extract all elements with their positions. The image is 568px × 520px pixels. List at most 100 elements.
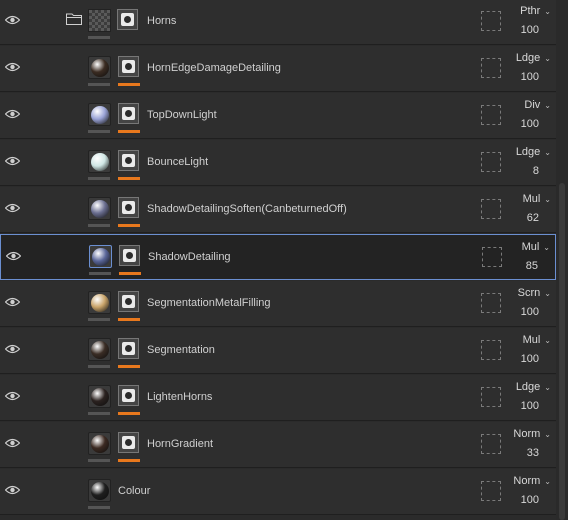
mask-thumbnail[interactable] [118,385,139,406]
blend-mode-dropdown[interactable]: Norm ⌄ [513,428,551,442]
blend-mode-dropdown[interactable]: Ldge ⌄ [516,381,551,395]
eye-icon[interactable] [4,15,21,25]
eye-icon[interactable] [4,62,21,72]
mask-thumbnail[interactable] [118,291,139,312]
mask-thumbnail[interactable] [119,245,140,266]
chevron-down-icon[interactable]: ⌄ [544,289,551,298]
blend-mode-dropdown[interactable]: Ldge ⌄ [516,146,551,160]
layer-name[interactable]: Segmentation [147,344,215,356]
blend-control[interactable]: Mul ⌄ 100 [521,334,551,366]
mask-placeholder-box[interactable] [482,247,502,267]
layer-row[interactable]: ShadowDetailingSoften(CanbeturnedOff) Mul… [0,187,556,233]
layer-name[interactable]: LightenHorns [147,391,212,403]
mask-placeholder-box[interactable] [481,152,501,172]
layer-name[interactable]: TopDownLight [147,109,217,121]
blend-control[interactable]: Scrn ⌄ 100 [518,287,551,319]
layer-thumbnail[interactable] [88,479,111,502]
eye-icon[interactable] [4,344,21,354]
layer-row[interactable]: HornEdgeDamageDetailing Ldge ⌄ 100 [0,46,556,92]
eye-icon[interactable] [4,297,21,307]
chevron-down-icon[interactable]: ⌄ [544,477,551,486]
opacity-value[interactable]: 100 [521,118,551,131]
chevron-down-icon[interactable]: ⌄ [544,383,551,392]
layer-thumbnail[interactable] [88,56,111,79]
eye-icon[interactable] [4,109,21,119]
eye-icon[interactable] [4,203,21,213]
layer-name[interactable]: ShadowDetailingSoften(CanbeturnedOff) [147,203,347,215]
opacity-value[interactable]: 33 [513,447,551,460]
mask-placeholder-box[interactable] [481,199,501,219]
layer-name[interactable]: BounceLight [147,156,208,168]
blend-mode-dropdown[interactable]: Mul ⌄ [523,193,551,207]
opacity-value[interactable]: 100 [518,306,551,319]
layer-name[interactable]: SegmentationMetalFilling [147,297,271,309]
eye-icon[interactable] [4,485,21,495]
blend-control[interactable]: Norm ⌄ 100 [513,475,551,507]
mask-placeholder-box[interactable] [481,105,501,125]
layer-row[interactable]: Segmentation Mul ⌄ 100 [0,328,556,374]
eye-icon[interactable] [5,251,22,261]
blend-mode-dropdown[interactable]: Mul ⌄ [521,334,551,348]
mask-placeholder-box[interactable] [481,293,501,313]
scrollbar[interactable] [556,0,568,520]
blend-mode-dropdown[interactable]: Scrn ⌄ [518,287,551,301]
mask-placeholder-box[interactable] [481,434,501,454]
chevron-down-icon[interactable]: ⌄ [544,430,551,439]
chevron-down-icon[interactable]: ⌄ [544,195,551,204]
scrollbar-thumb[interactable] [559,183,565,520]
eye-icon[interactable] [4,156,21,166]
blend-control[interactable]: Pthr ⌄ 100 [520,5,551,37]
mask-thumbnail[interactable] [118,338,139,359]
layer-thumbnail[interactable] [88,338,111,361]
chevron-down-icon[interactable]: ⌄ [544,7,551,16]
mask-placeholder-box[interactable] [481,387,501,407]
mask-thumbnail[interactable] [118,432,139,453]
layer-row[interactable]: Horns Pthr ⌄ 100 [0,0,556,45]
blend-control[interactable]: Ldge ⌄ 100 [516,381,551,413]
opacity-value[interactable]: 100 [513,494,551,507]
opacity-value[interactable]: 100 [521,353,551,366]
layer-thumbnail[interactable] [88,432,111,455]
layer-thumbnail[interactable] [88,150,111,173]
layer-row[interactable]: LightenHorns Ldge ⌄ 100 [0,375,556,421]
mask-placeholder-box[interactable] [481,58,501,78]
blend-control[interactable]: Mul ⌄ 62 [523,193,551,225]
eye-icon[interactable] [4,438,21,448]
chevron-down-icon[interactable]: ⌄ [544,54,551,63]
layer-thumbnail[interactable] [89,245,112,268]
mask-thumbnail[interactable] [118,56,139,77]
layer-row[interactable]: BounceLight Ldge ⌄ 8 [0,140,556,186]
layer-row[interactable]: TopDownLight Div ⌄ 100 [0,93,556,139]
layer-name[interactable]: HornGradient [147,438,213,450]
opacity-value[interactable]: 62 [523,212,551,225]
blend-control[interactable]: Div ⌄ 100 [521,99,551,131]
mask-placeholder-box[interactable] [481,11,501,31]
opacity-value[interactable]: 8 [516,165,551,178]
mask-thumbnail[interactable] [117,9,138,30]
layer-thumbnail[interactable] [88,103,111,126]
blend-mode-dropdown[interactable]: Mul ⌄ [522,241,550,255]
layer-thumbnail[interactable] [88,197,111,220]
chevron-down-icon[interactable]: ⌄ [544,148,551,157]
mask-thumbnail[interactable] [118,150,139,171]
opacity-value[interactable]: 100 [516,400,551,413]
layer-name[interactable]: Colour [118,485,150,497]
mask-placeholder-box[interactable] [481,340,501,360]
blend-control[interactable]: Ldge ⌄ 8 [516,146,551,178]
blend-control[interactable]: Ldge ⌄ 100 [516,52,551,84]
layer-row[interactable]: Colour Norm ⌄ 100 [0,469,556,515]
blend-mode-dropdown[interactable]: Norm ⌄ [513,475,551,489]
blend-control[interactable]: Mul ⌄ 85 [522,241,550,273]
layer-row[interactable]: SegmentationMetalFilling Scrn ⌄ 100 [0,281,556,327]
layer-name[interactable]: ShadowDetailing [148,251,231,263]
blend-mode-dropdown[interactable]: Ldge ⌄ [516,52,551,66]
layer-row[interactable]: ShadowDetailing Mul ⌄ 85 [0,234,556,280]
mask-placeholder-box[interactable] [481,481,501,501]
eye-icon[interactable] [4,391,21,401]
layer-thumbnail[interactable] [88,291,111,314]
opacity-value[interactable]: 85 [522,260,550,273]
layer-name[interactable]: Horns [147,15,176,27]
mask-thumbnail[interactable] [118,197,139,218]
blend-mode-dropdown[interactable]: Pthr ⌄ [520,5,551,19]
chevron-down-icon[interactable]: ⌄ [544,336,551,345]
